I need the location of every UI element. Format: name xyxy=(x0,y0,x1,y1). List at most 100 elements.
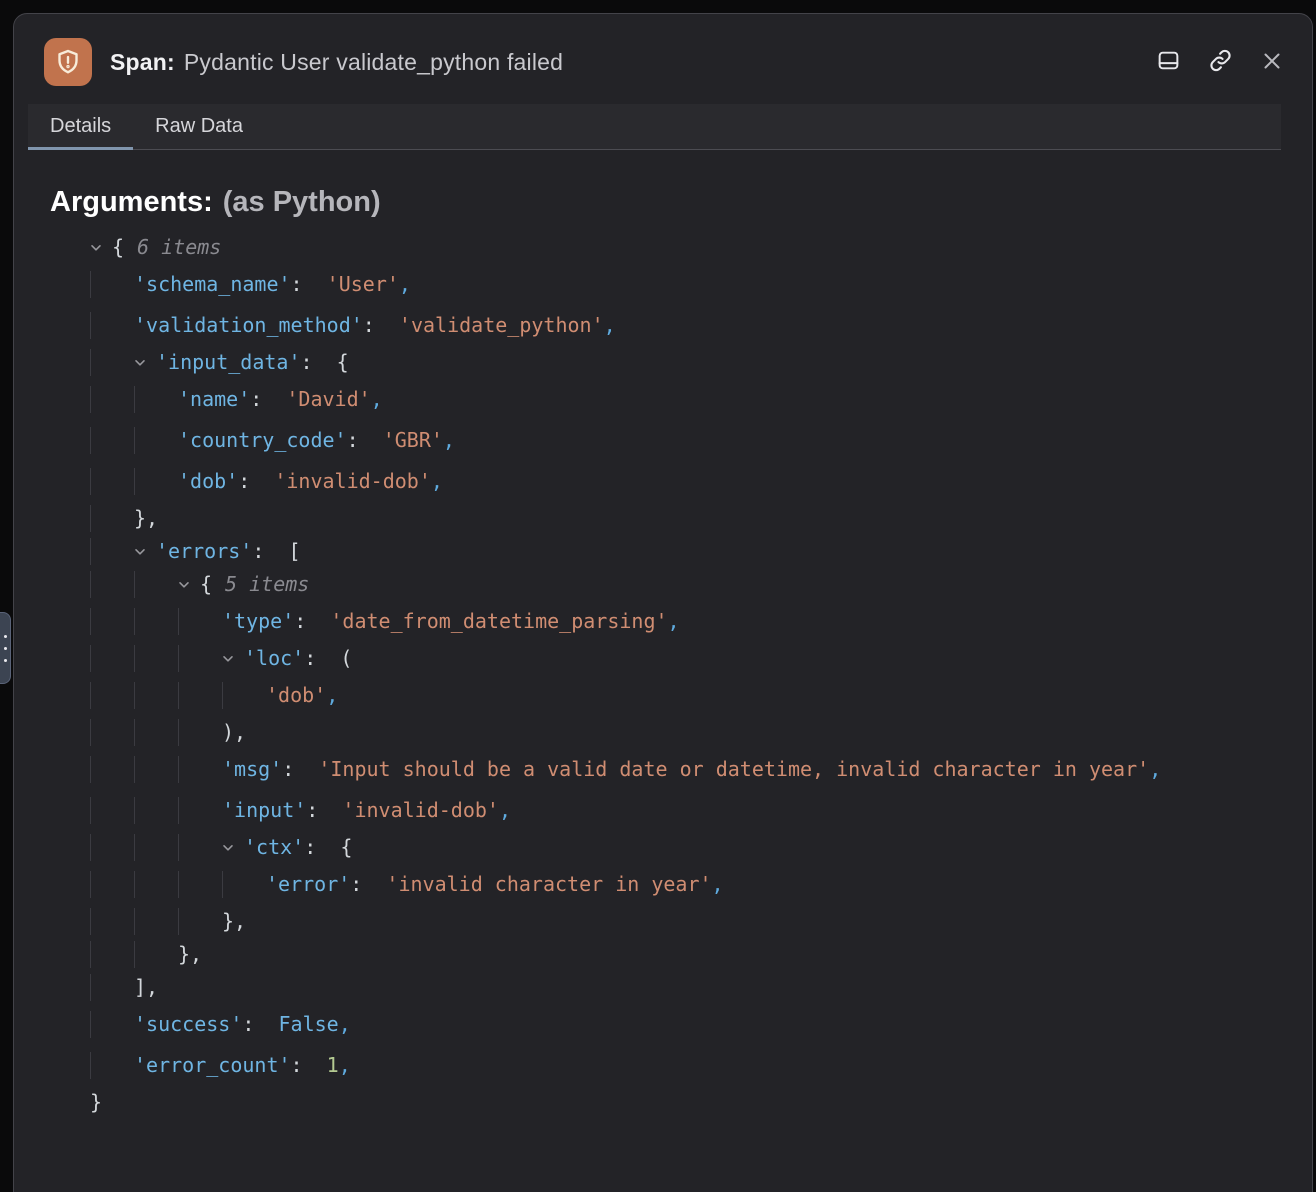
indent-guide xyxy=(178,871,222,898)
code-line: 'loc': ( xyxy=(52,642,1284,675)
code-line: 'schema_name': 'User', xyxy=(52,264,1284,305)
indent-guide xyxy=(90,682,134,709)
indent-guide xyxy=(90,349,134,376)
indent-guide xyxy=(178,608,222,635)
indent-guide xyxy=(134,941,178,968)
panel-title: Span:Pydantic User validate_python faile… xyxy=(110,49,563,76)
indent-guide xyxy=(90,386,134,413)
code-token: 'success' xyxy=(134,1011,242,1038)
indent-guide xyxy=(134,468,178,495)
code-token: 'country_code' xyxy=(178,427,347,454)
code-line: 'error_count': 1, xyxy=(52,1045,1284,1086)
copy-link-button[interactable] xyxy=(1208,48,1233,76)
chevron-down-icon[interactable] xyxy=(222,844,244,852)
code-line: }, xyxy=(52,905,1284,938)
code-token: 'input_data' xyxy=(156,349,301,376)
code-line: 'dob': 'invalid-dob', xyxy=(52,461,1284,502)
code-token: 'loc' xyxy=(244,645,304,672)
code-token: 'David' xyxy=(286,386,370,413)
code-line: ), xyxy=(52,716,1284,749)
chevron-down-icon[interactable] xyxy=(222,655,244,663)
close-button[interactable] xyxy=(1260,49,1284,76)
code-token: ), xyxy=(222,719,246,746)
code-token: , xyxy=(1149,756,1161,783)
code-token: 'schema_name' xyxy=(134,271,291,298)
code-token: : xyxy=(242,1011,278,1038)
header-actions xyxy=(1156,48,1284,76)
code-token: : [ xyxy=(252,538,300,565)
code-line: 'msg': 'Input should be a valid date or … xyxy=(52,749,1284,790)
indent-guide xyxy=(90,1011,134,1038)
indent-guide xyxy=(178,908,222,935)
code-token: 'name' xyxy=(178,386,250,413)
indent-guide xyxy=(90,505,134,532)
indent-guide xyxy=(134,871,178,898)
code-line: 'validation_method': 'validate_python', xyxy=(52,305,1284,346)
indent-guide xyxy=(90,312,134,339)
code-token: : xyxy=(282,756,318,783)
indent-guide xyxy=(222,682,266,709)
panel-header: Span:Pydantic User validate_python faile… xyxy=(14,14,1312,100)
chevron-down-icon[interactable] xyxy=(178,581,200,589)
code-token: 'invalid character in year' xyxy=(386,871,711,898)
indent-guide xyxy=(178,834,222,861)
indent-guide xyxy=(90,834,134,861)
code-token: : { xyxy=(304,834,352,861)
chevron-down-icon[interactable] xyxy=(134,548,156,556)
code-token: : xyxy=(347,427,383,454)
code-token: : ( xyxy=(304,645,352,672)
indent-guide xyxy=(90,908,134,935)
code-line: 'ctx': { xyxy=(52,831,1284,864)
indent-guide xyxy=(178,756,222,783)
code-token: 'ctx' xyxy=(244,834,304,861)
tab-details[interactable]: Details xyxy=(28,104,133,149)
code-token: : xyxy=(306,797,342,824)
tab-bar: Details Raw Data xyxy=(28,104,1281,150)
code-line: 'error': 'invalid character in year', xyxy=(52,864,1284,905)
chevron-down-icon[interactable] xyxy=(90,244,112,252)
tab-raw-data[interactable]: Raw Data xyxy=(133,104,265,149)
code-line: 'errors': [ xyxy=(52,535,1284,568)
code-line: 'name': 'David', xyxy=(52,379,1284,420)
indent-guide xyxy=(90,974,134,1001)
indent-guide xyxy=(134,834,178,861)
code-line: } xyxy=(52,1086,1284,1119)
code-token: , xyxy=(668,608,680,635)
code-token: }, xyxy=(222,908,246,935)
indent-guide xyxy=(90,427,134,454)
chevron-down-icon[interactable] xyxy=(134,359,156,367)
indent-guide xyxy=(90,271,134,298)
indent-guide xyxy=(90,608,134,635)
indent-guide xyxy=(134,608,178,635)
code-token: , xyxy=(371,386,383,413)
code-token: 'dob' xyxy=(266,682,326,709)
arguments-heading-main: Arguments: xyxy=(50,186,213,218)
code-token: , xyxy=(712,871,724,898)
link-icon xyxy=(1208,48,1233,76)
code-token: , xyxy=(604,312,616,339)
grip-dot xyxy=(4,647,7,650)
code-token: : { xyxy=(301,349,349,376)
indent-guide xyxy=(134,682,178,709)
code-token: 1 xyxy=(327,1052,339,1079)
indent-guide xyxy=(134,645,178,672)
indent-guide xyxy=(90,1052,134,1079)
code-token: False xyxy=(279,1011,339,1038)
indent-guide xyxy=(134,386,178,413)
code-line: 'country_code': 'GBR', xyxy=(52,420,1284,461)
code-token: 'msg' xyxy=(222,756,282,783)
code-token: , xyxy=(499,797,511,824)
code-token: 'dob' xyxy=(178,468,238,495)
code-token: 'invalid-dob' xyxy=(274,468,431,495)
indent-guide xyxy=(90,571,134,598)
dock-panel-button[interactable] xyxy=(1156,48,1181,76)
arguments-tree: {6 items'schema_name': 'User','validatio… xyxy=(50,231,1284,1119)
dock-bottom-icon xyxy=(1156,48,1181,76)
code-line: }, xyxy=(52,502,1284,535)
indent-guide xyxy=(90,538,134,565)
indent-guide xyxy=(90,797,134,824)
code-token: 'input' xyxy=(222,797,306,824)
panel-title-prefix: Span: xyxy=(110,49,175,75)
panel-resize-handle[interactable] xyxy=(0,612,11,684)
code-token: : xyxy=(363,312,399,339)
